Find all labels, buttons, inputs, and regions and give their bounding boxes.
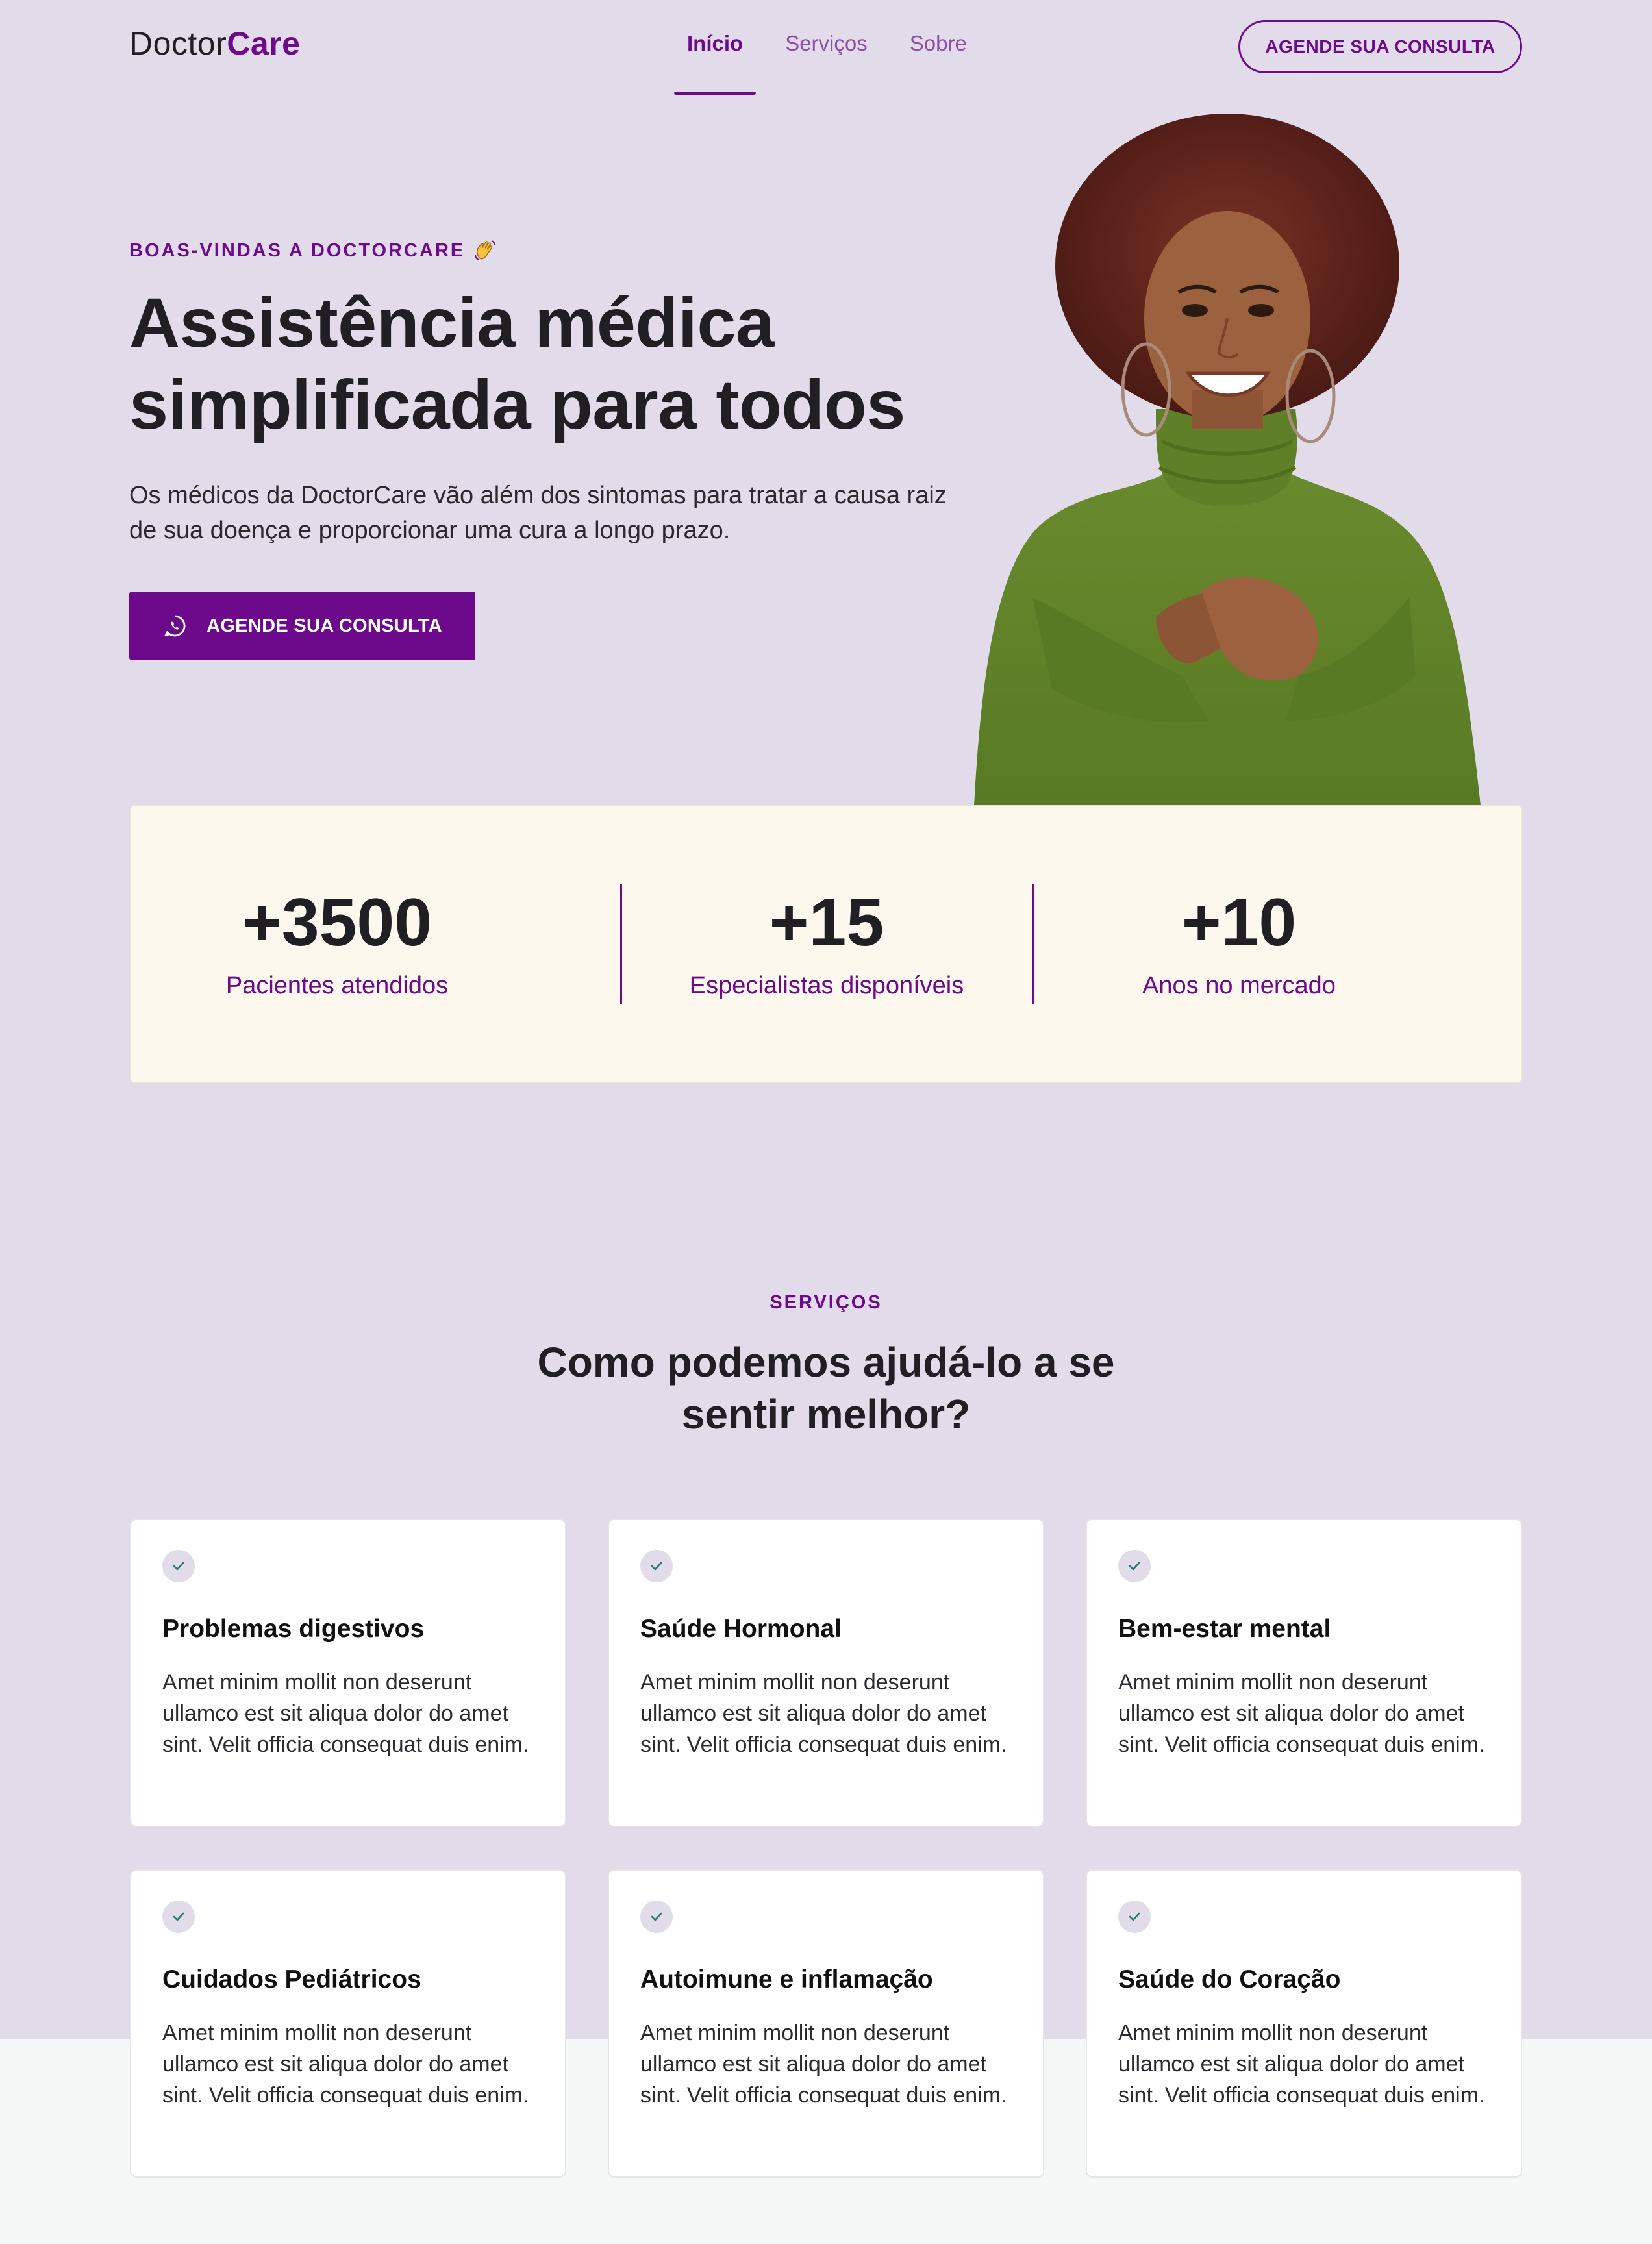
service-card-title: Saúde Hormonal (640, 1615, 842, 1643)
service-card-title: Saúde do Coração (1118, 1965, 1341, 1993)
nav-item-sobre[interactable]: Sobre (897, 0, 980, 95)
nav-item-servicos[interactable]: Serviços (772, 0, 881, 95)
service-card[interactable]: Saúde do Coração Amet minim mollit non d… (1086, 1869, 1522, 2178)
service-card-text: Amet minim mollit non deserunt ullamco e… (1118, 1670, 1485, 1757)
nav-item-inicio[interactable]: Início (674, 0, 757, 95)
service-card-text: Amet minim mollit non deserunt ullamco e… (162, 1670, 529, 1757)
service-card[interactable]: Bem-estar mental Amet minim mollit non d… (1086, 1519, 1522, 1827)
brand-logo[interactable]: DoctorCare (129, 25, 300, 62)
stat-item: +15 Especialistas disponíveis (620, 884, 1033, 1000)
check-icon (1118, 1901, 1151, 1933)
check-icon (162, 1901, 195, 1933)
service-card[interactable]: Cuidados Pediátricos Amet minim mollit n… (130, 1869, 566, 2178)
check-icon (1118, 1550, 1151, 1582)
stat-label: Especialistas disponíveis (689, 972, 964, 999)
whatsapp-icon (164, 615, 186, 637)
services-eyebrow: SERVIÇOS (770, 1292, 882, 1313)
service-card-text: Amet minim mollit non deserunt ullamco e… (640, 2021, 1007, 2108)
service-card[interactable]: Saúde Hormonal Amet minim mollit non des… (608, 1519, 1044, 1827)
hero-schedule-button-label: AGENDE SUA CONSULTA (206, 615, 442, 636)
brand-name-prefix: Doctor (129, 25, 227, 62)
stat-label: Pacientes atendidos (225, 972, 449, 999)
service-card-title: Problemas digestivos (162, 1615, 425, 1643)
service-card-text: Amet minim mollit non deserunt ullamco e… (162, 2021, 529, 2108)
stats-panel: +3500 Pacientes atendidos +15 Especialis… (130, 805, 1522, 1083)
stat-value: +15 (769, 885, 884, 960)
waving-hand-icon (473, 238, 497, 263)
hero-eyebrow-text: BOAS-VINDAS A DOCTORCARE (129, 240, 466, 261)
hero-description: Os médicos da DoctorCare vão além dos si… (129, 482, 947, 544)
services-title: Como podemos ajudá-lo a se sentir melhor… (537, 1339, 1115, 1438)
site-header: DoctorCare Início Serviços Sobre AGENDE … (0, 0, 1652, 95)
stat-value: +10 (1181, 885, 1297, 960)
check-icon (162, 1550, 195, 1582)
main-nav: Início Serviços Sobre (674, 0, 996, 95)
hero-schedule-button[interactable]: AGENDE SUA CONSULTA (129, 592, 475, 660)
service-card[interactable]: Autoimune e inflamação Amet minim mollit… (608, 1869, 1044, 2178)
doctor-portrait-image (974, 114, 1481, 805)
stat-item: +3500 Pacientes atendidos (131, 884, 544, 1000)
service-card-text: Amet minim mollit non deserunt ullamco e… (640, 1670, 1007, 1757)
stat-value: +3500 (242, 885, 432, 960)
service-card[interactable]: Problemas digestivos Amet minim mollit n… (130, 1519, 566, 1827)
service-card-title: Cuidados Pediátricos (162, 1965, 421, 1993)
hero-title: Assistência médica simplificada para tod… (129, 283, 905, 443)
header-schedule-button[interactable]: AGENDE SUA CONSULTA (1238, 20, 1522, 73)
service-card-title: Autoimune e inflamação (640, 1965, 933, 1993)
service-card-text: Amet minim mollit non deserunt ullamco e… (1118, 2021, 1485, 2108)
hero-eyebrow: BOAS-VINDAS A DOCTORCARE (129, 238, 497, 263)
stat-item: +10 Anos no mercado (1032, 884, 1446, 1000)
stat-label: Anos no mercado (1142, 972, 1336, 999)
check-icon (640, 1901, 673, 1933)
brand-name-suffix: Care (227, 25, 301, 62)
check-icon (640, 1550, 673, 1582)
service-card-title: Bem-estar mental (1118, 1615, 1331, 1643)
